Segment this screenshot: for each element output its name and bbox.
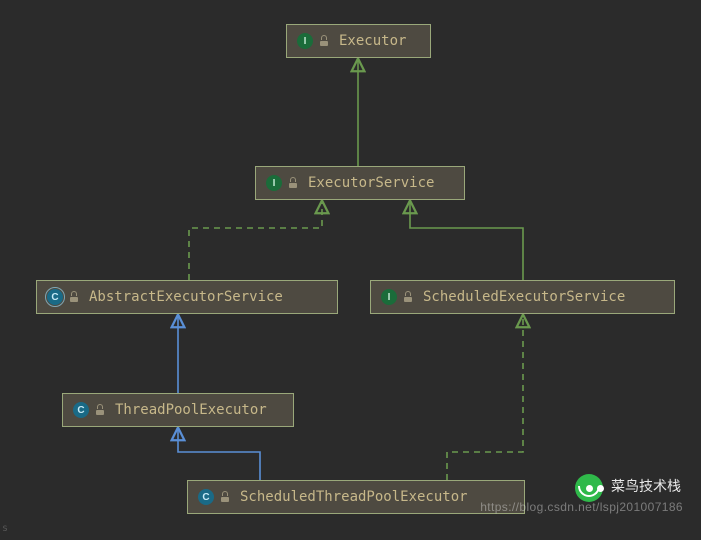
watermark-brand: 菜鸟技术栈 — [611, 476, 681, 496]
interface-icon: I — [266, 175, 282, 191]
node-abstract-executor-service[interactable]: C AbstractExecutorService — [36, 280, 338, 314]
lock-icon — [220, 492, 230, 502]
node-executor-service[interactable]: I ExecutorService — [255, 166, 465, 200]
lock-icon — [403, 292, 413, 302]
watermark-url: https://blog.csdn.net/lspj201007186 — [480, 500, 683, 514]
node-label: ThreadPoolExecutor — [115, 402, 267, 418]
lock-icon — [95, 405, 105, 415]
node-label: ScheduledExecutorService — [423, 289, 625, 305]
node-label: AbstractExecutorService — [89, 289, 283, 305]
node-label: ExecutorService — [308, 175, 434, 191]
lock-icon — [288, 178, 298, 188]
node-scheduled-executor-service[interactable]: I ScheduledExecutorService — [370, 280, 675, 314]
relationship-lines — [0, 0, 701, 540]
abstract-class-icon: C — [47, 289, 63, 305]
corner-mark: s — [2, 523, 8, 534]
class-icon: C — [73, 402, 89, 418]
node-executor[interactable]: I Executor — [286, 24, 431, 58]
class-icon: C — [198, 489, 214, 505]
interface-icon: I — [297, 33, 313, 49]
node-label: Executor — [339, 33, 406, 49]
lock-icon — [69, 292, 79, 302]
node-scheduled-thread-pool-executor[interactable]: C ScheduledThreadPoolExecutor — [187, 480, 525, 514]
lock-icon — [319, 36, 329, 46]
node-thread-pool-executor[interactable]: C ThreadPoolExecutor — [62, 393, 294, 427]
node-label: ScheduledThreadPoolExecutor — [240, 489, 468, 505]
class-hierarchy-diagram: I Executor I ExecutorService C AbstractE… — [0, 0, 701, 540]
wechat-icon — [575, 474, 603, 502]
interface-icon: I — [381, 289, 397, 305]
